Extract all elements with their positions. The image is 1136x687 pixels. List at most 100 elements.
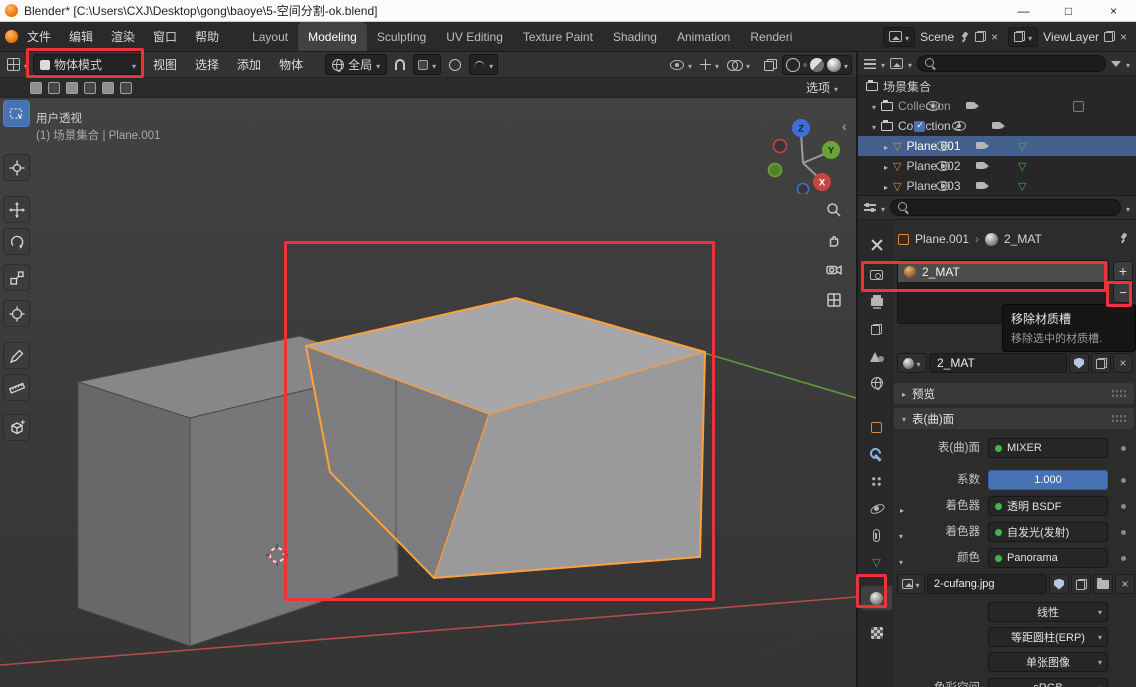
surface-panel-header[interactable]: 表(曲)面 [894, 408, 1134, 429]
decorator-dot-icon[interactable] [1121, 478, 1126, 483]
tab-tool[interactable] [861, 233, 892, 257]
drag-handle-icon[interactable] [1111, 389, 1126, 398]
outliner-row-plane-003[interactable]: Plane.003 [858, 176, 1136, 196]
filter-funnel-icon[interactable] [1111, 61, 1121, 67]
disclosure-icon[interactable] [884, 179, 888, 193]
color-source-dropdown[interactable]: Panorama [988, 548, 1108, 568]
interpolation-dropdown[interactable]: 线性 [988, 602, 1108, 622]
pin-icon[interactable] [959, 31, 970, 43]
copy-icon[interactable] [975, 31, 986, 42]
tab-physics[interactable] [861, 496, 892, 520]
tool-add-cube[interactable] [3, 414, 30, 441]
viewlayer-name[interactable]: ViewLayer [1043, 30, 1099, 44]
overlays-dropdown[interactable] [724, 54, 753, 75]
tool-rotate[interactable] [3, 228, 30, 255]
disclosure-icon[interactable] [872, 119, 876, 133]
colorspace-dropdown[interactable]: sRGB [988, 678, 1108, 687]
tool-move[interactable] [3, 196, 30, 223]
menu-edit[interactable]: 编辑 [60, 22, 102, 51]
surface-type-dropdown[interactable]: MIXER [988, 438, 1108, 458]
factor-slider[interactable]: 1.000 [988, 470, 1108, 490]
decorator-dot-icon[interactable] [1121, 446, 1126, 451]
image-copy-button[interactable] [1071, 574, 1091, 594]
tab-rendering[interactable]: Renderi [740, 22, 802, 51]
eye-icon[interactable] [936, 141, 950, 151]
tab-shading[interactable]: Shading [603, 22, 667, 51]
minimize-button[interactable]: — [1001, 0, 1046, 21]
chevron-down-icon[interactable] [881, 201, 885, 215]
gizmo-x-neg[interactable] [774, 140, 787, 153]
scene-selector[interactable]: Scene [878, 27, 1003, 47]
eye-icon[interactable] [926, 101, 940, 111]
browse-material-button[interactable] [897, 353, 927, 373]
chevron-down-icon[interactable] [1126, 201, 1130, 215]
outliner-row-collection-2[interactable]: Collection 2 [858, 116, 1136, 136]
menu-select[interactable]: 选择 [187, 56, 227, 73]
select-mode-difference-icon[interactable] [120, 82, 132, 94]
gizmo-y-neg[interactable] [769, 164, 782, 177]
image-source-dropdown[interactable]: 单张图像 [988, 652, 1108, 672]
select-mode-subtract-icon[interactable] [66, 82, 78, 94]
image-name-field[interactable]: 2-cufang.jpg [927, 574, 1047, 594]
proportional-edit-toggle[interactable] [443, 54, 467, 75]
tab-object-data[interactable] [861, 550, 892, 574]
visibility-dropdown[interactable] [667, 54, 695, 75]
menu-file[interactable]: 文件 [18, 22, 60, 51]
tab-modeling[interactable]: Modeling [298, 22, 367, 51]
tab-modifiers[interactable] [861, 442, 892, 466]
ortho-grid-button[interactable] [822, 288, 846, 312]
outliner-editor-icon[interactable] [864, 59, 876, 69]
shader1-dropdown[interactable]: 透明 BSDF [988, 496, 1108, 516]
tab-object[interactable] [861, 415, 892, 439]
projection-dropdown[interactable]: 等距圆柱(ERP) [988, 627, 1108, 647]
outliner-row-scene-collection[interactable]: 场景集合 [858, 76, 1136, 96]
chevron-down-icon[interactable] [844, 58, 848, 72]
tab-texture[interactable] [861, 621, 892, 645]
eye-icon[interactable] [936, 181, 950, 191]
menu-window[interactable]: 窗口 [144, 22, 186, 51]
display-mode-icon[interactable] [890, 58, 903, 69]
tab-texture-paint[interactable]: Texture Paint [513, 22, 603, 51]
proportional-falloff-dropdown[interactable] [469, 54, 498, 75]
tab-layout[interactable]: Layout [242, 22, 298, 51]
disclosure-icon[interactable] [884, 159, 888, 173]
properties-search-input[interactable] [890, 199, 1121, 216]
navigation-gizmo[interactable]: Z Y X [760, 108, 846, 194]
transform-orientation-dropdown[interactable]: 全局 [325, 54, 387, 75]
open-image-button[interactable] [1093, 574, 1113, 594]
collection-checkbox[interactable] [1073, 101, 1084, 112]
tab-world[interactable] [861, 371, 892, 395]
unlink-icon[interactable] [991, 30, 998, 44]
tool-measure[interactable] [3, 374, 30, 401]
xray-toggle[interactable] [761, 54, 780, 75]
zoom-button[interactable] [822, 198, 846, 222]
options-dropdown[interactable]: 选项 [800, 77, 844, 98]
disclosure-icon[interactable] [872, 99, 876, 113]
scene-browse-button[interactable] [883, 27, 915, 47]
close-button[interactable]: × [1091, 0, 1136, 21]
tab-output[interactable] [861, 290, 892, 314]
viewlayer-browse-button[interactable] [1008, 27, 1038, 47]
tool-scale[interactable] [3, 264, 30, 291]
shader2-dropdown[interactable]: 自发光(发射) [988, 522, 1108, 542]
breadcrumb-material[interactable]: 2_MAT [1004, 232, 1042, 246]
add-material-slot-button[interactable] [1113, 261, 1133, 281]
tab-constraints[interactable] [861, 523, 892, 547]
outliner-row-plane-002[interactable]: Plane.002 [858, 156, 1136, 176]
tool-cursor[interactable] [3, 154, 30, 181]
select-mode-new-icon[interactable] [30, 82, 42, 94]
decorator-dot-icon[interactable] [1121, 530, 1126, 535]
copy-icon[interactable] [1104, 31, 1115, 42]
camera-visibility-icon[interactable] [976, 161, 990, 171]
shading-rendered-icon[interactable] [827, 58, 841, 72]
shading-material-icon[interactable] [810, 58, 824, 72]
scene-name[interactable]: Scene [920, 30, 954, 44]
camera-visibility-icon[interactable] [976, 141, 990, 151]
browse-image-button[interactable] [897, 574, 925, 594]
breadcrumb-object[interactable]: Plane.001 [915, 232, 969, 246]
fake-user-button[interactable] [1069, 353, 1089, 373]
tab-particles[interactable] [861, 469, 892, 493]
decorator-dot-icon[interactable] [1121, 504, 1126, 509]
pin-icon[interactable] [1118, 232, 1129, 244]
pan-hand-button[interactable] [822, 228, 846, 252]
